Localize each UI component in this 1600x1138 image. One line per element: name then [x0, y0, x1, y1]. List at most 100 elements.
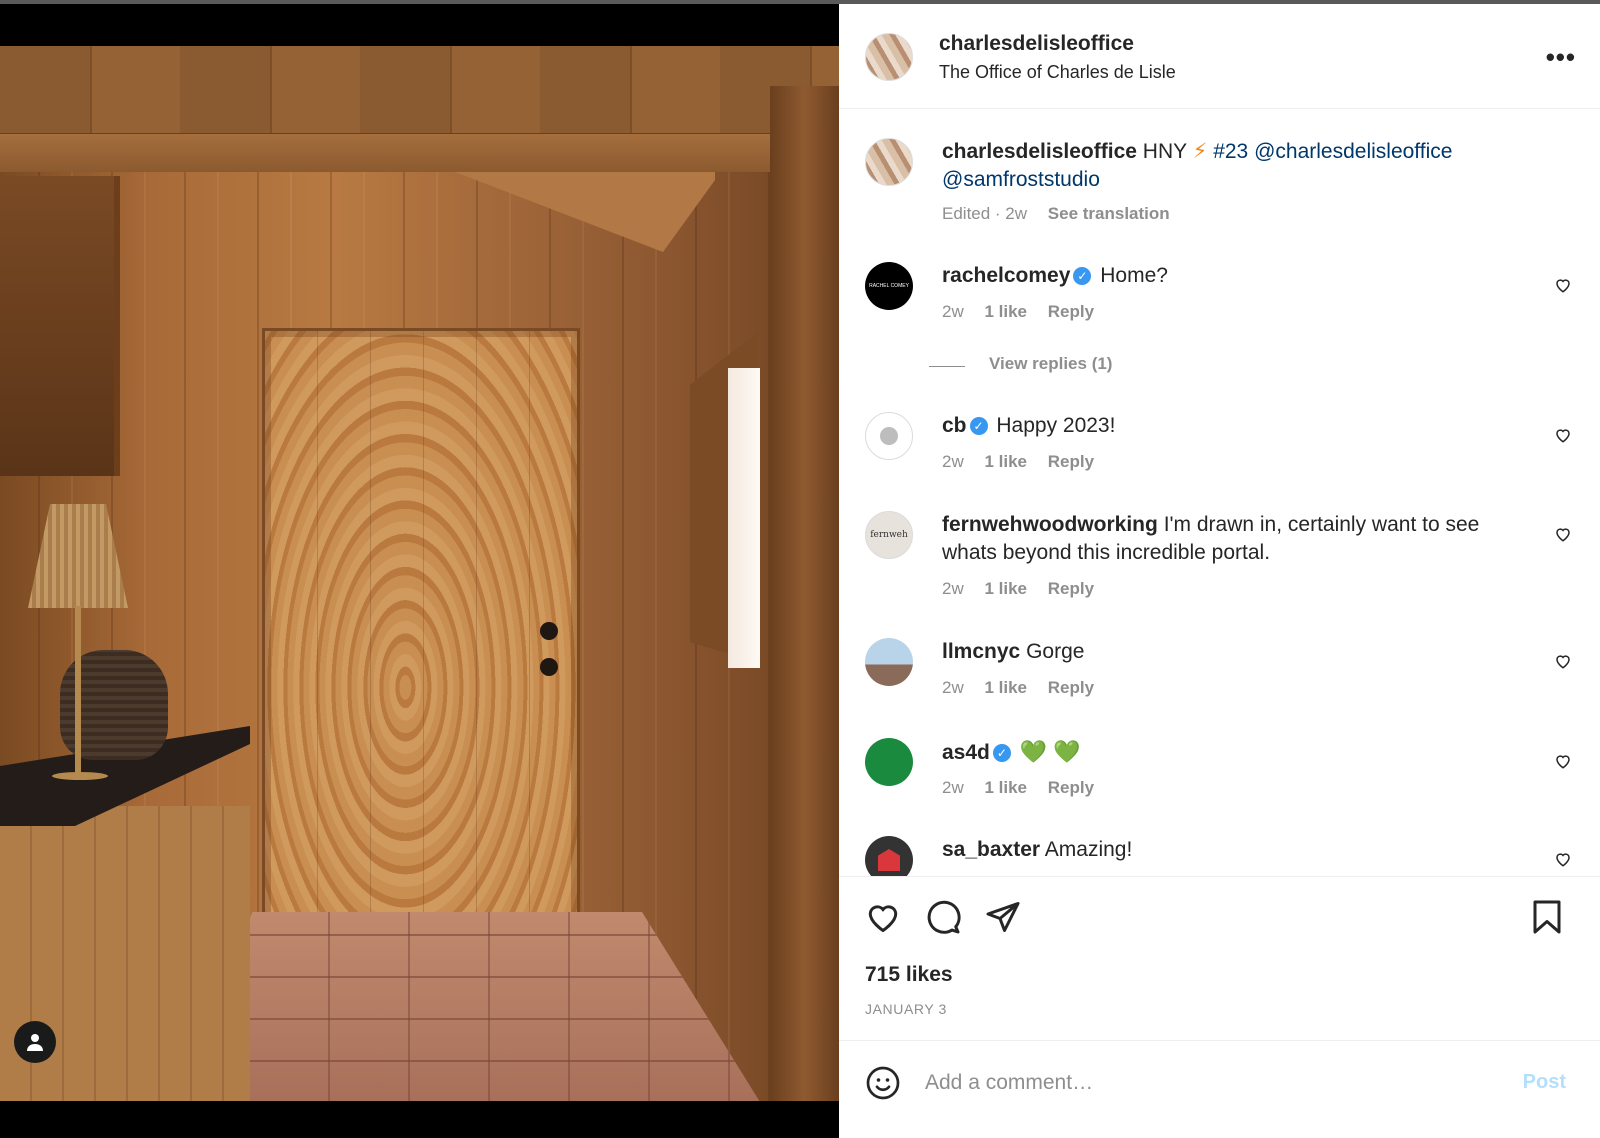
commenter-avatar[interactable] [865, 836, 913, 876]
comment-item: RACHEL COMEY rachelcomey ✓ Home? 2w 1 lik… [839, 258, 1600, 378]
tile-floor [170, 912, 760, 1101]
door-frame-top [0, 134, 772, 172]
comment-username[interactable]: llmcnyc [942, 640, 1020, 663]
comment-item: llmcnyc Gorge 2w 1 like Reply [839, 634, 1600, 714]
heart-icon[interactable] [1554, 525, 1572, 543]
share-icon[interactable] [985, 899, 1021, 935]
commenter-avatar[interactable] [865, 412, 913, 460]
mention-link[interactable]: @charlesdelisleoffice [1254, 140, 1452, 163]
heart-icon[interactable] [865, 899, 901, 935]
comment-body: Gorge [1026, 640, 1085, 663]
reply-button[interactable]: Reply [1048, 302, 1094, 321]
see-translation-link[interactable]: See translation [1048, 204, 1170, 223]
post-photo[interactable] [0, 46, 839, 1101]
heart-icon[interactable] [1554, 652, 1572, 670]
author-subtitle[interactable]: The Office of Charles de Lisle [939, 62, 1176, 83]
comment-body: Amazing! [1044, 838, 1133, 861]
comment-item: cb ✓ Happy 2023! 2w 1 like Reply [839, 408, 1600, 488]
comment-item: sa_baxter Amazing! [839, 832, 1600, 876]
view-replies-button[interactable]: View replies (1) [989, 354, 1128, 374]
edited-time: Edited · 2w [942, 204, 1028, 223]
comment-text: fernwehwoodworking I'm drawn in, certain… [942, 511, 1502, 567]
comment-likes[interactable]: 1 like [984, 678, 1027, 697]
post-media [0, 4, 839, 1138]
caption-username[interactable]: charlesdelisleoffice [942, 140, 1137, 163]
comment-input[interactable] [925, 1065, 1485, 1101]
caption-meta: Edited · 2w See translation [942, 204, 1186, 224]
like-count[interactable]: 715 likes [865, 963, 953, 987]
verified-badge: ✓ [969, 417, 988, 435]
comment-username[interactable]: cb [942, 414, 967, 437]
comment-body: Happy 2023! [996, 414, 1116, 437]
comment-username[interactable]: as4d [942, 741, 990, 764]
post-header: charlesdelisleoffice The Office of Charl… [839, 4, 1600, 109]
author-username[interactable]: charlesdelisleoffice [939, 32, 1134, 56]
user-tag-icon[interactable] [14, 1021, 56, 1063]
lamp-shade [28, 504, 128, 608]
comment-username[interactable]: rachelcomey [942, 264, 1070, 287]
more-icon[interactable]: ••• [1546, 42, 1576, 73]
lamp-stem [75, 606, 81, 776]
comment-likes[interactable]: 1 like [984, 778, 1027, 797]
door-lock [540, 622, 558, 640]
commenter-avatar[interactable] [865, 638, 913, 686]
comment-time: 2w [942, 678, 964, 697]
window-glass [728, 368, 760, 668]
comment-meta: 2w 1 like Reply [942, 452, 1110, 472]
comment-item: fernweh fernwehwoodworking I'm drawn in,… [839, 507, 1600, 617]
commenter-avatar[interactable]: RACHEL COMEY [865, 262, 913, 310]
comment-item: as4d ✓ 💚 💚 2w 1 like Reply [839, 734, 1600, 814]
lamp-base [52, 772, 108, 780]
emoji-icon[interactable] [865, 1065, 901, 1101]
post-caption: charlesdelisleoffice HNY ⚡ #23 @charlesd… [839, 134, 1600, 234]
caption-avatar[interactable] [865, 138, 913, 186]
door-frame-right [770, 86, 839, 1101]
comment-likes[interactable]: 1 like [984, 579, 1027, 598]
heart-icon[interactable] [1554, 276, 1572, 294]
reply-button[interactable]: Reply [1048, 678, 1094, 697]
heart-icon[interactable] [1554, 752, 1572, 770]
comment-icon[interactable] [925, 899, 961, 935]
commenter-avatar[interactable]: fernweh [865, 511, 913, 559]
comment-text: as4d ✓ 💚 💚 [942, 738, 1522, 767]
avatar-dot [880, 427, 898, 445]
comment-text: sa_baxter Amazing! [942, 836, 1522, 864]
slanted-ceiling [455, 172, 715, 252]
verified-badge: ✓ [992, 744, 1011, 762]
commenter-avatar[interactable] [865, 738, 913, 786]
comment-meta: 2w 1 like Reply [942, 302, 1110, 322]
avatar-logo-text: RACHEL COMEY [869, 283, 909, 289]
view-replies-label: View replies (1) [989, 354, 1113, 373]
wall-mirror [0, 176, 120, 476]
author-avatar[interactable] [865, 33, 913, 81]
lightning-emoji: ⚡ [1192, 140, 1208, 163]
comment-username[interactable]: fernwehwoodworking [942, 513, 1158, 536]
heart-icon[interactable] [1554, 850, 1572, 868]
comment-body: 💚 💚 [1019, 739, 1081, 764]
hashtag-link[interactable]: #23 [1213, 140, 1248, 163]
avatar-logo-text: fernweh [870, 530, 908, 540]
comment-body: Home? [1100, 264, 1168, 287]
comment-username[interactable]: sa_baxter [942, 838, 1040, 861]
comment-likes[interactable]: 1 like [984, 452, 1027, 471]
comment-text: rachelcomey ✓ Home? [942, 262, 1522, 290]
mention-link[interactable]: @samfroststudio [942, 168, 1100, 191]
comment-time: 2w [942, 302, 964, 321]
post-comment-button[interactable]: Post [1523, 1071, 1566, 1094]
comments-list[interactable]: charlesdelisleoffice HNY ⚡ #23 @charlesd… [839, 110, 1600, 876]
reply-button[interactable]: Reply [1048, 452, 1094, 471]
reply-button[interactable]: Reply [1048, 579, 1094, 598]
comment-composer: Post [839, 1040, 1600, 1138]
reply-button[interactable]: Reply [1048, 778, 1094, 797]
comment-text: llmcnyc Gorge [942, 638, 1522, 666]
comment-likes[interactable]: 1 like [984, 302, 1027, 321]
comment-meta: 2w 1 like Reply [942, 778, 1110, 798]
comment-time: 2w [942, 452, 964, 471]
door-knob [540, 658, 558, 676]
bookmark-icon[interactable] [1529, 899, 1565, 935]
verified-badge: ✓ [1073, 267, 1092, 285]
avatar-house-shape [878, 849, 900, 871]
post-details-panel: charlesdelisleoffice The Office of Charl… [839, 4, 1600, 1138]
heart-icon[interactable] [1554, 426, 1572, 444]
ceiling-beam [0, 46, 839, 141]
